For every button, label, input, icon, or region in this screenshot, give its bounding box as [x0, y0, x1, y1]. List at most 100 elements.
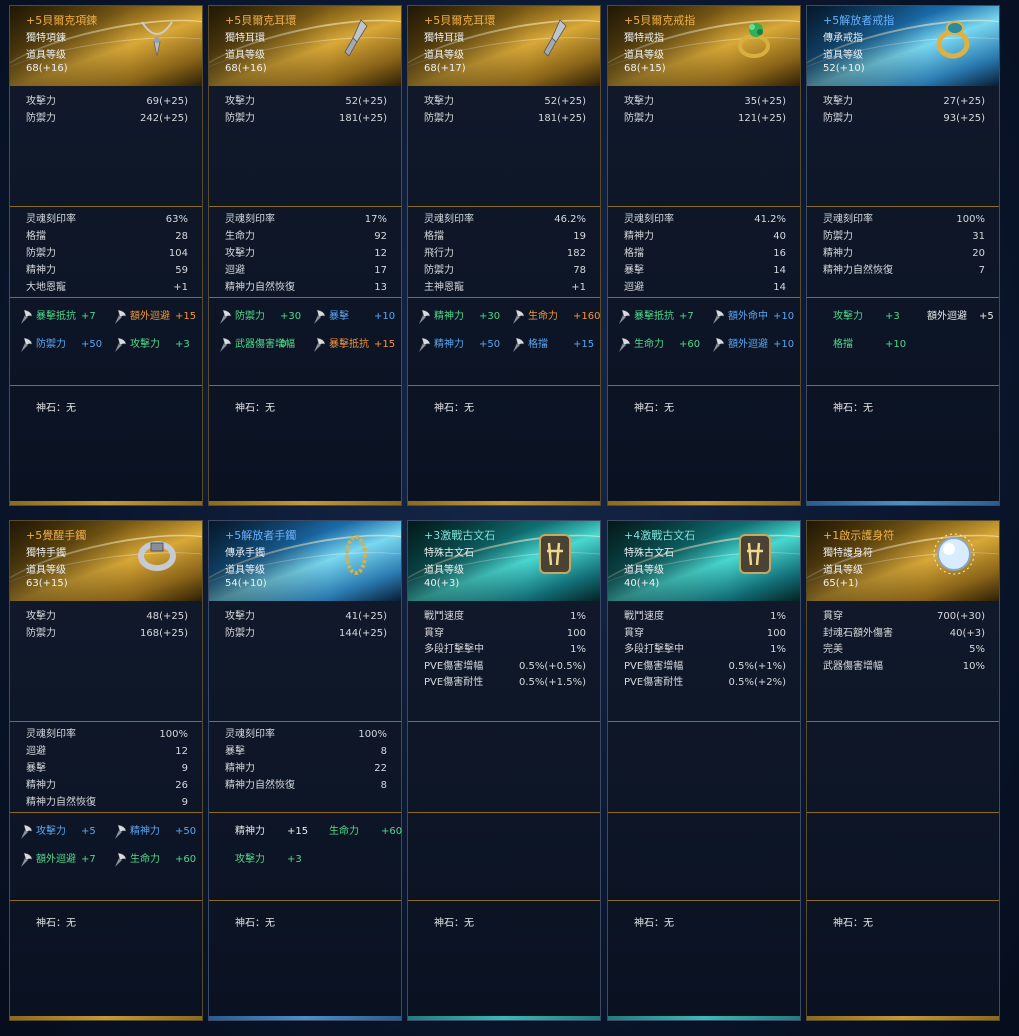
manastone-slot[interactable]: 格擋 +15: [510, 336, 600, 354]
section-divider: [608, 721, 800, 722]
item-level-label: 道具等级: [225, 50, 265, 61]
base-stat-row: 封魂石額外傷害 40(+3): [823, 626, 985, 642]
soul-stat-row: 精神力 22: [225, 761, 387, 777]
manastone-slot[interactable]: 生命力 +60: [616, 336, 706, 354]
item-title: +5覺醒手鐲: [26, 529, 87, 542]
item-header: +4激戰古文石 特殊古文石 道具等级 40(+4): [608, 521, 800, 601]
item-card[interactable]: +5覺醒手鐲 獨特手鐲 道具等级 63(+15) 攻擊力 48(+25) 防禦力 168(+2…: [9, 520, 203, 1021]
manastone-value: +30: [479, 311, 501, 322]
manastone-slot[interactable]: 暴擊抵抗 +7: [616, 308, 706, 326]
manastone-slot[interactable]: 精神力 +50: [416, 336, 506, 354]
stat-value: 46.2%: [554, 214, 586, 225]
manastone-slot[interactable]: 暴擊 +10: [311, 308, 401, 326]
soul-stat-row: 防禦力 78: [424, 263, 586, 279]
stat-value: 0.5%(+1.5%): [519, 677, 586, 688]
manastone-slot[interactable]: 攻擊力 +3: [112, 336, 202, 354]
manastone-slot[interactable]: 格擋 +10: [833, 336, 913, 354]
section-divider: [408, 297, 600, 298]
godstone-label: 神石：无: [634, 403, 674, 414]
item-card[interactable]: +5貝爾克戒指 獨特戒指 道具等级 68(+15) 攻擊力 35(+25) 防禦力 121(+…: [607, 5, 801, 506]
manastone-slot[interactable]: 武器傷害增幅 0: [217, 336, 307, 354]
manastone-icon: [18, 336, 33, 353]
manastone-slot[interactable]: 生命力 +60: [329, 823, 409, 841]
item-type: 獨特護身符: [823, 548, 873, 559]
manastone-slot[interactable]: 攻擊力 +3: [235, 851, 315, 869]
item-card[interactable]: +4激戰古文石 特殊古文石 道具等级 40(+4) 戰鬥速度 1% 貫穿 100 多段打擊擊中 1…: [607, 520, 801, 1021]
stat-name: 精神力自然恢復: [823, 265, 893, 276]
item-header: +5解放者手鐲 傳承手鐲 道具等级 54(+10): [209, 521, 401, 601]
manastone-stat: 防禦力: [235, 311, 265, 322]
soul-stat-row: 攻擊力 12: [225, 246, 387, 262]
godstone-label: 神石：无: [434, 918, 474, 929]
manastone-stat: 攻擊力: [833, 311, 863, 322]
item-card[interactable]: +5貝爾克項鍊 獨特項鍊 道具等级 68(+16) 攻擊力 69(+25) 防禦力 242(+…: [9, 5, 203, 506]
stat-value: 17%: [364, 214, 387, 225]
item-card[interactable]: +5解放者手鐲 傳承手鐲 道具等级 54(+10) 攻擊力 41(+25) 防禦力 144(+…: [208, 520, 402, 1021]
manastone-slot[interactable]: 防禦力 +50: [18, 336, 108, 354]
manastone-slot[interactable]: 精神力 +50: [112, 823, 202, 841]
manastone-stat: 精神力: [434, 339, 464, 350]
stat-name: 暴擊: [26, 763, 46, 774]
stat-value: 27(+25): [943, 96, 985, 107]
manastone-value: +15: [573, 339, 595, 350]
manastone-slot[interactable]: 生命力 +60: [112, 851, 202, 869]
item-type: 特殊古文石: [424, 548, 474, 559]
soul-stat-row: 精神力 20: [823, 246, 985, 262]
stat-name: 防禦力: [424, 265, 454, 276]
stat-name: 戰鬥速度: [624, 611, 664, 622]
stat-name: 封魂石額外傷害: [823, 627, 893, 639]
manastone-slot[interactable]: 生命力 +160: [510, 308, 600, 326]
base-stat-row: 戰鬥速度 1%: [624, 609, 786, 625]
base-stat-row: 攻擊力 41(+25): [225, 609, 387, 625]
manastone-slot[interactable]: 額外迴避 +5: [927, 308, 1007, 326]
item-card[interactable]: +5解放者戒指 傳承戒指 道具等级 52(+10) 攻擊力 27(+25) 防禦力 93(+2…: [806, 5, 1000, 506]
stat-value: 12: [175, 746, 188, 757]
stat-name: 格擋: [624, 248, 644, 259]
stat-value: 41.2%: [754, 214, 786, 225]
item-card[interactable]: +5貝爾克耳環 獨特耳環 道具等级 68(+17) 攻擊力 52(+25) 防禦力 181(+…: [407, 5, 601, 506]
soul-stat-row: 迴避 17: [225, 263, 387, 279]
stat-value: 104: [168, 248, 188, 259]
stat-value: 13: [374, 282, 387, 293]
soul-stat-row: 防禦力 104: [26, 246, 188, 262]
manastone-slot[interactable]: 精神力 +15: [235, 823, 315, 841]
item-card[interactable]: +5貝爾克耳環 獨特耳環 道具等级 68(+16) 攻擊力 52(+25) 防禦力 181(+…: [208, 5, 402, 506]
manastone-slot[interactable]: 攻擊力 +5: [18, 823, 108, 841]
base-stat-row: 多段打擊擊中 1%: [624, 642, 786, 658]
stat-value: 181(+25): [339, 112, 387, 124]
stat-name: 灵魂刻印率: [26, 729, 76, 740]
manastone-stat: 暴擊抵抗: [36, 311, 76, 322]
item-level-label: 道具等级: [225, 565, 265, 576]
manastone-slot[interactable]: 精神力 +30: [416, 308, 506, 326]
stat-value: 100: [766, 627, 786, 639]
manastone-stat: 暴擊抵抗: [329, 339, 369, 350]
manastone-slot[interactable]: 額外迴避 +15: [112, 308, 202, 326]
stat-value: 1%: [570, 644, 586, 655]
stat-name: 攻擊力: [225, 96, 255, 107]
manastone-slot[interactable]: 額外迴避 +7: [18, 851, 108, 869]
manastone-slot[interactable]: 暴擊抵抗 +15: [311, 336, 401, 354]
manastone-slot[interactable]: 額外迴避 +10: [710, 336, 800, 354]
stat-name: 生命力: [225, 231, 255, 242]
manastone-value: +7: [81, 854, 96, 865]
manastone-value: +60: [175, 854, 197, 865]
stat-value: 700(+30): [937, 611, 985, 622]
item-card[interactable]: +3激戰古文石 特殊古文石 道具等级 40(+3) 戰鬥速度 1% 貫穿 100 多段打擊擊中 1…: [407, 520, 601, 1021]
item-title: +1啟示護身符: [823, 529, 895, 542]
base-stat-row: 完美 5%: [823, 642, 985, 658]
item-level: 68(+17): [424, 63, 466, 74]
item-card[interactable]: +1啟示護身符 獨特護身符 道具等级 65(+1) 貫穿 700(+30) 封魂石額外傷害 4…: [806, 520, 1000, 1021]
manastone-stat: 格擋: [528, 339, 548, 350]
manastone-slot[interactable]: 暴擊抵抗 +7: [18, 308, 108, 326]
manastone-slot[interactable]: 攻擊力 +3: [833, 308, 913, 326]
item-level-label: 道具等级: [424, 50, 464, 61]
soul-stat-row: 精神力自然恢復 8: [225, 778, 387, 794]
manastone-slot[interactable]: 防禦力 +30: [217, 308, 307, 326]
base-stat-row: PVE傷害增幅 0.5%(+0.5%): [424, 659, 586, 675]
stat-name: 防禦力: [225, 627, 255, 639]
stat-name: 武器傷害增幅: [823, 660, 883, 672]
stat-value: 69(+25): [146, 96, 188, 107]
soul-stat-row: 精神力自然恢復 7: [823, 263, 985, 279]
manastone-slot[interactable]: 額外命中 +10: [710, 308, 800, 326]
stat-value: 0.5%(+2%): [728, 677, 786, 688]
